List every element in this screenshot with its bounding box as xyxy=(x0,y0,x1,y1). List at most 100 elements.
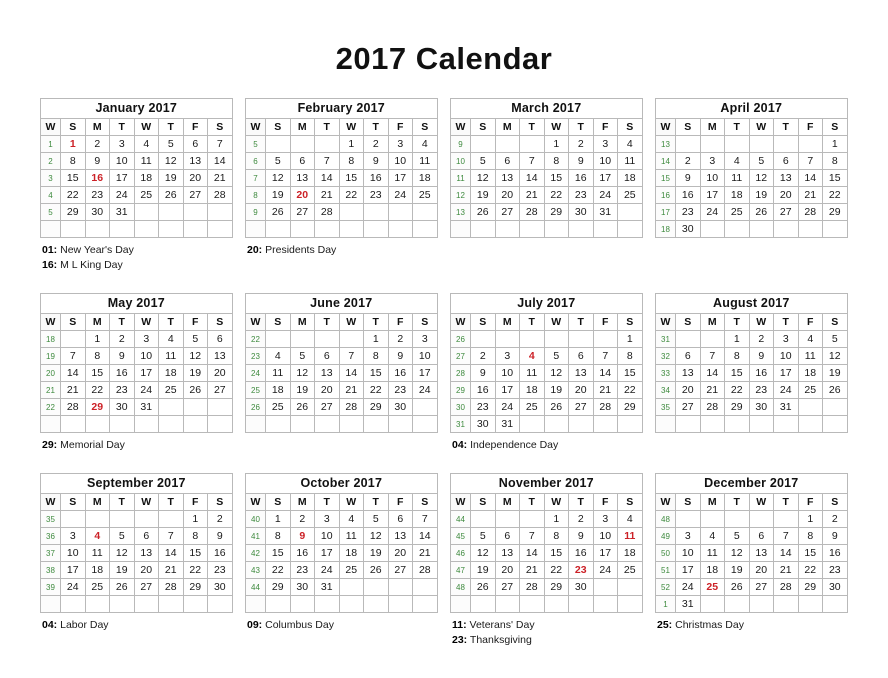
day-cell[interactable]: 28 xyxy=(519,203,545,221)
day-cell[interactable]: 27 xyxy=(207,381,233,399)
day-cell[interactable]: 3 xyxy=(592,510,618,528)
day-cell[interactable]: 6 xyxy=(568,347,594,365)
day-cell[interactable]: 31 xyxy=(314,578,340,596)
day-cell[interactable]: 12 xyxy=(363,527,389,545)
day-cell[interactable]: 23 xyxy=(84,186,110,204)
day-cell[interactable]: 30 xyxy=(207,578,233,596)
day-cell[interactable]: 26 xyxy=(822,381,848,399)
day-cell[interactable]: 14 xyxy=(412,527,438,545)
day-cell[interactable]: 12 xyxy=(265,169,291,187)
day-cell[interactable]: 23 xyxy=(822,561,848,579)
day-cell[interactable]: 20 xyxy=(748,561,774,579)
day-cell[interactable]: 16 xyxy=(207,544,233,562)
day-cell[interactable]: 17 xyxy=(412,364,438,382)
day-cell[interactable]: 16 xyxy=(748,364,774,382)
day-cell[interactable]: 12 xyxy=(748,169,774,187)
day-cell[interactable]: 5 xyxy=(289,347,315,365)
day-cell[interactable]: 10 xyxy=(109,152,135,170)
day-cell[interactable]: 3 xyxy=(387,135,413,153)
day-cell[interactable]: 13 xyxy=(568,364,594,382)
day-cell[interactable]: 2 xyxy=(84,135,110,153)
day-cell[interactable]: 27 xyxy=(133,578,159,596)
day-cell[interactable]: 7 xyxy=(519,527,545,545)
day-cell[interactable]: 15 xyxy=(822,169,848,187)
day-cell[interactable]: 28 xyxy=(207,186,233,204)
day-cell[interactable]: 25 xyxy=(519,398,545,416)
day-cell-holiday[interactable]: 20 xyxy=(289,186,315,204)
day-cell[interactable]: 29 xyxy=(822,203,848,221)
day-cell[interactable]: 29 xyxy=(543,578,569,596)
day-cell[interactable]: 10 xyxy=(60,544,86,562)
day-cell[interactable]: 31 xyxy=(592,203,618,221)
day-cell[interactable]: 19 xyxy=(543,381,569,399)
day-cell[interactable]: 14 xyxy=(699,364,725,382)
day-cell-holiday[interactable]: 16 xyxy=(84,169,110,187)
day-cell[interactable]: 28 xyxy=(60,398,86,416)
day-cell[interactable]: 7 xyxy=(314,152,340,170)
day-cell[interactable]: 20 xyxy=(207,364,233,382)
day-cell[interactable]: 3 xyxy=(133,330,159,348)
day-cell-holiday[interactable]: 9 xyxy=(289,527,315,545)
day-cell[interactable]: 11 xyxy=(158,347,184,365)
day-cell[interactable]: 18 xyxy=(797,364,823,382)
day-cell[interactable]: 14 xyxy=(158,544,184,562)
day-cell[interactable]: 13 xyxy=(182,152,208,170)
day-cell[interactable]: 23 xyxy=(675,203,701,221)
day-cell[interactable]: 6 xyxy=(773,152,799,170)
day-cell[interactable]: 11 xyxy=(338,527,364,545)
day-cell[interactable]: 7 xyxy=(699,347,725,365)
day-cell[interactable]: 22 xyxy=(60,186,86,204)
day-cell[interactable]: 26 xyxy=(182,381,208,399)
day-cell[interactable]: 28 xyxy=(412,561,438,579)
day-cell[interactable]: 7 xyxy=(158,527,184,545)
day-cell[interactable]: 4 xyxy=(412,135,438,153)
day-cell[interactable]: 27 xyxy=(182,186,208,204)
day-cell[interactable]: 12 xyxy=(470,544,496,562)
day-cell[interactable]: 18 xyxy=(158,364,184,382)
day-cell[interactable]: 23 xyxy=(109,381,135,399)
day-cell[interactable]: 3 xyxy=(675,527,701,545)
day-cell[interactable]: 13 xyxy=(207,347,233,365)
day-cell[interactable]: 16 xyxy=(109,364,135,382)
day-cell[interactable]: 26 xyxy=(289,398,315,416)
day-cell[interactable]: 17 xyxy=(675,561,701,579)
day-cell[interactable]: 22 xyxy=(822,186,848,204)
day-cell[interactable]: 18 xyxy=(412,169,438,187)
day-cell[interactable]: 7 xyxy=(592,347,618,365)
day-cell[interactable]: 20 xyxy=(314,381,340,399)
day-cell[interactable]: 12 xyxy=(822,347,848,365)
day-cell[interactable]: 18 xyxy=(724,186,750,204)
day-cell[interactable]: 2 xyxy=(568,135,594,153)
day-cell[interactable]: 3 xyxy=(699,152,725,170)
day-cell[interactable]: 15 xyxy=(60,169,86,187)
day-cell[interactable]: 6 xyxy=(748,527,774,545)
day-cell[interactable]: 22 xyxy=(338,186,364,204)
day-cell[interactable]: 15 xyxy=(182,544,208,562)
day-cell[interactable]: 25 xyxy=(797,381,823,399)
day-cell[interactable]: 6 xyxy=(207,330,233,348)
day-cell[interactable]: 28 xyxy=(158,578,184,596)
day-cell-holiday[interactable]: 25 xyxy=(699,578,725,596)
day-cell[interactable]: 18 xyxy=(84,561,110,579)
day-cell[interactable]: 26 xyxy=(265,203,291,221)
day-cell[interactable]: 6 xyxy=(494,527,520,545)
day-cell[interactable]: 15 xyxy=(84,364,110,382)
day-cell[interactable]: 20 xyxy=(494,186,520,204)
day-cell[interactable]: 1 xyxy=(724,330,750,348)
day-cell[interactable]: 29 xyxy=(724,398,750,416)
day-cell[interactable]: 23 xyxy=(470,398,496,416)
day-cell[interactable]: 24 xyxy=(773,381,799,399)
day-cell[interactable]: 18 xyxy=(265,381,291,399)
day-cell[interactable]: 24 xyxy=(592,186,618,204)
day-cell[interactable]: 26 xyxy=(363,561,389,579)
day-cell[interactable]: 19 xyxy=(470,186,496,204)
day-cell[interactable]: 20 xyxy=(182,169,208,187)
day-cell[interactable]: 9 xyxy=(363,152,389,170)
day-cell[interactable]: 21 xyxy=(773,561,799,579)
day-cell[interactable]: 22 xyxy=(265,561,291,579)
day-cell[interactable]: 4 xyxy=(338,510,364,528)
day-cell[interactable]: 25 xyxy=(617,561,643,579)
day-cell[interactable]: 22 xyxy=(363,381,389,399)
day-cell[interactable]: 7 xyxy=(338,347,364,365)
day-cell[interactable]: 8 xyxy=(797,527,823,545)
